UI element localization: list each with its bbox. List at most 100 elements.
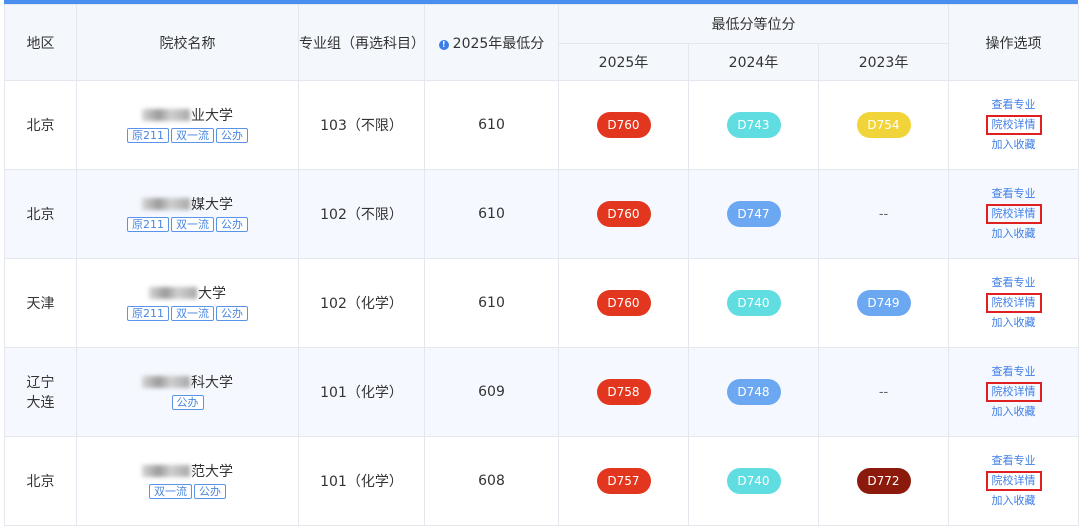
rank-2023-cell: D754 — [817, 80, 950, 170]
school-name[interactable]: 业大学 — [77, 107, 298, 125]
min-score-cell: 610 — [424, 169, 559, 259]
col-header-min-score: ! 2025年最低分 — [424, 4, 559, 81]
school-tags: 原211 双一流 公办 — [77, 216, 298, 232]
ops-cell: 查看专业 院校详情 加入收藏 — [948, 347, 1080, 437]
min-score-cell: 609 — [424, 347, 559, 437]
view-major-link[interactable]: 查看专业 — [949, 362, 1078, 382]
min-score-cell: 610 — [424, 258, 559, 348]
school-tag: 公办 — [216, 128, 248, 143]
ops-cell: 查看专业 院校详情 加入收藏 — [948, 169, 1080, 259]
redacted-name — [149, 287, 197, 299]
min-score-cell: 610 — [424, 80, 559, 170]
region-text: 天津 — [26, 296, 55, 312]
school-tag: 原211 — [127, 128, 169, 143]
school-detail-link[interactable]: 院校详情 — [985, 382, 1042, 402]
school-name-suffix: 业大学 — [191, 108, 233, 124]
view-major-link[interactable]: 查看专业 — [949, 95, 1078, 115]
col-header-ops: 操作选项 — [948, 4, 1080, 81]
rank-2025-pill: D760 — [596, 112, 651, 138]
school-tag: 公办 — [216, 306, 248, 321]
school-detail-link[interactable]: 院校详情 — [985, 471, 1042, 491]
table-row: 北京 业大学 原211 双一流 公办 103（不限） 610 D760 D743 D… — [4, 80, 1080, 170]
rank-2023-cell: D749 — [817, 258, 950, 348]
school-detail-link[interactable]: 院校详情 — [985, 204, 1042, 224]
table-row: 天津 大学 原211 双一流 公办 102（化学） 610 D760 D740 D7… — [4, 258, 1080, 348]
rank-2024-cell: D740 — [688, 436, 819, 526]
rank-2024-cell: D743 — [688, 80, 819, 170]
region-cell: 辽宁 大连 — [4, 347, 77, 437]
add-favorite-link[interactable]: 加入收藏 — [949, 491, 1078, 511]
table-row: 北京 媒大学 原211 双一流 公办 102（不限） 610 D760 D747 -… — [4, 169, 1080, 259]
school-cell: 范大学 双一流 公办 — [76, 436, 299, 526]
rank-2024-pill: D748 — [726, 379, 781, 405]
rank-2025-cell: D757 — [558, 436, 689, 526]
rank-2023-empty: -- — [878, 385, 889, 400]
school-tags: 公办 — [77, 394, 298, 410]
rank-2024-cell: D740 — [688, 258, 819, 348]
rank-2024-cell: D748 — [688, 347, 819, 437]
region-text: 北京 — [26, 118, 55, 134]
rank-2024-pill: D740 — [726, 290, 781, 316]
add-favorite-link[interactable]: 加入收藏 — [949, 135, 1078, 155]
col-header-min-score-label: 2025年最低分 — [452, 35, 545, 52]
school-tag: 双一流 — [149, 484, 192, 499]
col-header-2023: 2023年 — [817, 43, 950, 81]
info-icon[interactable]: ! — [438, 39, 449, 50]
col-header-region: 地区 — [4, 4, 77, 81]
region-cell: 北京 — [4, 436, 77, 526]
view-major-link[interactable]: 查看专业 — [949, 451, 1078, 471]
add-favorite-link[interactable]: 加入收藏 — [949, 402, 1078, 422]
view-major-link[interactable]: 查看专业 — [949, 273, 1078, 293]
school-tags: 双一流 公办 — [77, 483, 298, 499]
school-name[interactable]: 媒大学 — [77, 196, 298, 214]
rank-2024-pill: D743 — [726, 112, 781, 138]
redacted-name — [142, 109, 190, 121]
school-cell: 科大学 公办 — [76, 347, 299, 437]
group-cell: 102（化学） — [298, 258, 425, 348]
region-cell: 北京 — [4, 169, 77, 259]
rank-2025-pill: D757 — [596, 468, 651, 494]
rank-2025-cell: D760 — [558, 169, 689, 259]
school-detail-link[interactable]: 院校详情 — [985, 293, 1042, 313]
school-tags: 原211 双一流 公办 — [77, 305, 298, 321]
school-name[interactable]: 科大学 — [77, 374, 298, 392]
rank-2025-pill: D760 — [596, 290, 651, 316]
admission-table: 地区 院校名称 专业组（再选科目） ! 2025年最低分 最低分等位分 操作选项 … — [4, 4, 1080, 526]
school-name-suffix: 大学 — [198, 286, 226, 302]
school-tag: 原211 — [127, 306, 169, 321]
school-cell: 媒大学 原211 双一流 公办 — [76, 169, 299, 259]
rank-2024-pill: D740 — [726, 468, 781, 494]
rank-2025-cell: D760 — [558, 80, 689, 170]
group-cell: 101（化学） — [298, 347, 425, 437]
school-tag: 双一流 — [171, 306, 214, 321]
group-cell: 103（不限） — [298, 80, 425, 170]
school-name[interactable]: 大学 — [77, 285, 298, 303]
group-cell: 102（不限） — [298, 169, 425, 259]
school-cell: 大学 原211 双一流 公办 — [76, 258, 299, 348]
ops-cell: 查看专业 院校详情 加入收藏 — [948, 258, 1080, 348]
table-row: 北京 范大学 双一流 公办 101（化学） 608 D757 D740 D772 … — [4, 436, 1080, 526]
ops-cell: 查看专业 院校详情 加入收藏 — [948, 436, 1080, 526]
school-tag: 公办 — [171, 395, 204, 410]
school-detail-link[interactable]: 院校详情 — [985, 115, 1042, 135]
school-tag: 公办 — [194, 484, 226, 499]
col-header-2025: 2025年 — [558, 43, 689, 81]
add-favorite-link[interactable]: 加入收藏 — [949, 224, 1078, 244]
add-favorite-link[interactable]: 加入收藏 — [949, 313, 1078, 333]
rank-2023-pill: D772 — [856, 468, 911, 494]
rank-2025-cell: D760 — [558, 258, 689, 348]
rank-2023-pill: D749 — [856, 290, 911, 316]
rank-2025-pill: D760 — [596, 201, 651, 227]
rank-2024-cell: D747 — [688, 169, 819, 259]
group-cell: 101（化学） — [298, 436, 425, 526]
school-name-suffix: 科大学 — [191, 375, 233, 391]
school-name-suffix: 媒大学 — [191, 197, 233, 213]
school-name[interactable]: 范大学 — [77, 463, 298, 481]
ops-cell: 查看专业 院校详情 加入收藏 — [948, 80, 1080, 170]
region-cell: 北京 — [4, 80, 77, 170]
school-tag: 双一流 — [171, 128, 214, 143]
min-score-cell: 608 — [424, 436, 559, 526]
col-header-group: 专业组（再选科目） — [298, 4, 425, 81]
view-major-link[interactable]: 查看专业 — [949, 184, 1078, 204]
rank-2025-pill: D758 — [596, 379, 651, 405]
